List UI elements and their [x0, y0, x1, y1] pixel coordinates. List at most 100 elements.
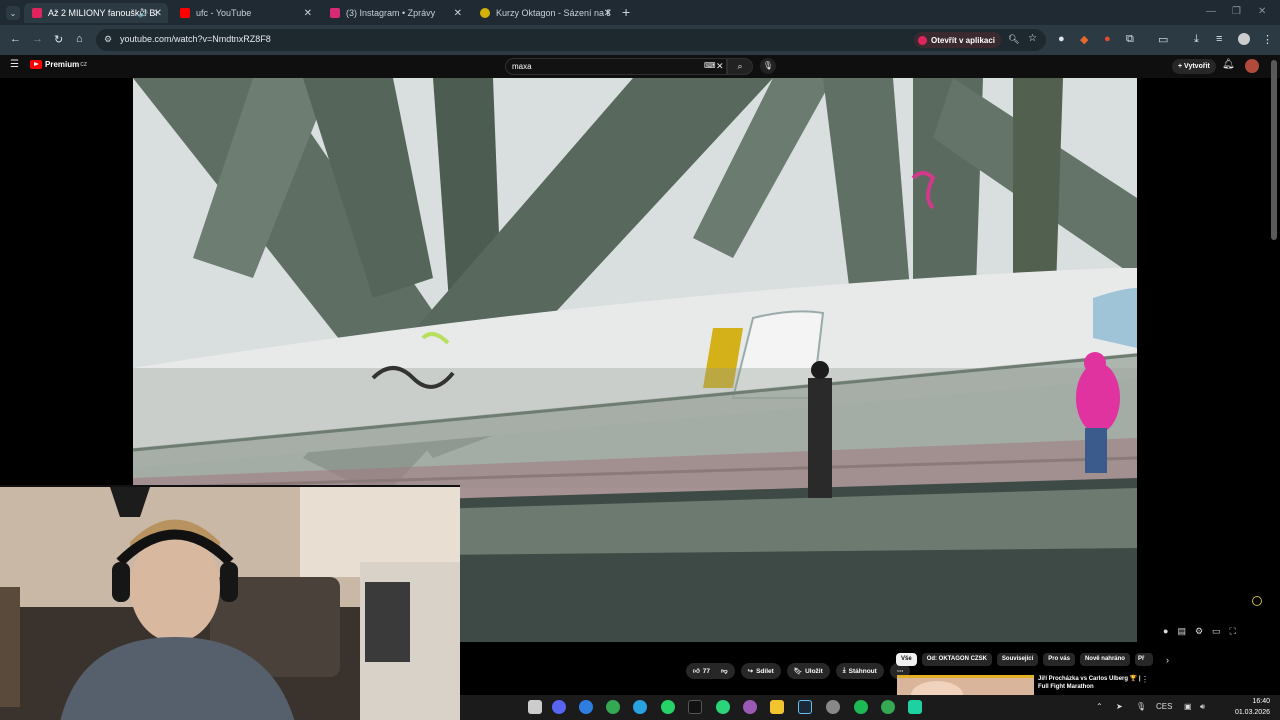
bookmark-star-icon[interactable]: ☆: [1028, 33, 1037, 44]
notifications-bell-icon[interactable]: 🔔︎: [1222, 59, 1235, 70]
youtube-logo[interactable]: Premium CZ: [30, 60, 87, 69]
search-button[interactable]: ⌕: [727, 58, 753, 75]
tab-title: ufc - YouTube: [196, 8, 252, 18]
tab-ufc[interactable]: ufc - YouTube ✕: [172, 3, 318, 23]
forward-icon[interactable]: →: [32, 33, 43, 45]
extension-icon[interactable]: ●: [1104, 33, 1111, 45]
spotify-icon[interactable]: [854, 700, 868, 714]
whatsapp-icon[interactable]: [661, 700, 675, 714]
profile-avatar[interactable]: [1238, 33, 1250, 45]
thumbs-down-icon[interactable]: 👎︎: [721, 667, 728, 675]
download-icon: ⤓: [842, 667, 846, 674]
thumbs-up-icon: 👍︎: [693, 668, 700, 675]
settings-gear-icon[interactable]: ⚙: [1195, 626, 1203, 637]
extension-icon[interactable]: ●: [1058, 33, 1065, 45]
maximize-icon[interactable]: ❐: [1232, 6, 1241, 17]
settings-icon[interactable]: [826, 700, 840, 714]
back-icon[interactable]: ←: [10, 33, 21, 45]
speaker-icon[interactable]: 🔊: [138, 9, 148, 18]
instagram-favicon-icon: [330, 8, 340, 18]
chip-channel[interactable]: Od: OKTAGON CZSK: [921, 653, 992, 666]
clear-search-icon[interactable]: ✕: [716, 61, 724, 72]
window-close-icon[interactable]: ✕: [1258, 6, 1266, 17]
voice-search-button[interactable]: 🎙︎: [760, 58, 776, 74]
volume-icon[interactable]: 🔊︎: [1200, 702, 1205, 712]
new-tab-button[interactable]: +: [622, 4, 630, 20]
user-avatar[interactable]: [1245, 59, 1259, 73]
fullscreen-icon[interactable]: ⛶: [1230, 626, 1236, 637]
recommendation-title[interactable]: Jiří Procházka vs Carlos Ulberg 🏆 | Full…: [1038, 675, 1142, 691]
subtitles-icon[interactable]: ▤: [1177, 626, 1186, 637]
autoplay-toggle-icon[interactable]: ●: [1163, 626, 1168, 637]
create-button[interactable]: + Vytvořit: [1172, 59, 1216, 74]
chrome-icon[interactable]: [881, 700, 895, 714]
task-view-icon[interactable]: [528, 700, 542, 714]
bookmark-icon: 🔖︎: [793, 668, 803, 675]
player-controls: ● ▤ ⚙ ▭ ⛶: [1163, 626, 1236, 637]
tab-search-button[interactable]: ⌄: [6, 6, 20, 20]
address-bar[interactable]: ⚙ youtube.com/watch?v=NmdtnxRZ8F8 Otevří…: [96, 29, 1046, 51]
chip-recent[interactable]: Nově nahráno: [1079, 653, 1130, 666]
save-button[interactable]: 🔖︎ Uložit: [786, 663, 830, 679]
webcam-image: [0, 487, 460, 720]
clock[interactable]: 16:40 01.03.2026: [1235, 696, 1270, 718]
keyboard-icon[interactable]: ⌨: [704, 61, 716, 70]
download-button[interactable]: ⤓ Stáhnout: [835, 663, 884, 679]
network-icon[interactable]: ▣: [1184, 702, 1192, 711]
telegram-icon[interactable]: [633, 700, 647, 714]
browser-toolbar: ← → ↻ ⌂ ⚙ youtube.com/watch?v=NmdtnxRZ8F…: [0, 25, 1280, 55]
tab-instagram[interactable]: (3) Instagram • Zprávy ✕: [322, 3, 468, 23]
browser-tab-strip: ⌄ Až 2 MILIONY fanoušků! Bi 🔊 ✕ ufc - Yo…: [0, 0, 1280, 25]
tray-app-icon[interactable]: ➤: [1116, 702, 1123, 711]
file-explorer-icon[interactable]: [770, 700, 784, 714]
open-in-app-button[interactable]: Otevřít v aplikaci: [914, 32, 1002, 48]
close-icon[interactable]: ✕: [604, 8, 612, 19]
reload-icon[interactable]: ↻: [54, 33, 63, 46]
home-icon[interactable]: ⌂: [76, 33, 83, 45]
close-icon[interactable]: ✕: [154, 8, 162, 19]
tab-kurzy[interactable]: Kurzy Oktagon - Sázení na Boje ✕: [472, 3, 618, 23]
microphone-icon[interactable]: 🎙︎: [1136, 702, 1146, 711]
share-icon: ↪: [747, 668, 754, 675]
app-icon[interactable]: [908, 700, 922, 714]
close-icon[interactable]: ✕: [454, 8, 462, 19]
chevron-right-icon[interactable]: ›: [1166, 655, 1169, 665]
extension-icon[interactable]: ◆: [1080, 33, 1088, 46]
media-control-icon[interactable]: ≡: [1216, 33, 1222, 45]
app-icon[interactable]: [716, 700, 730, 714]
minimize-icon[interactable]: —: [1206, 6, 1216, 17]
chip-for-you[interactable]: Pro vás: [1043, 653, 1075, 666]
extensions-puzzle-icon[interactable]: ⧉: [1126, 33, 1134, 46]
steam-icon[interactable]: [798, 700, 812, 714]
discord-icon[interactable]: [552, 700, 566, 714]
menu-kebab-icon[interactable]: ⋮: [1262, 33, 1273, 46]
more-icon: ⋯: [896, 668, 904, 675]
theater-mode-icon[interactable]: ▭: [1212, 626, 1221, 637]
tab-video[interactable]: Až 2 MILIONY fanoušků! Bi 🔊 ✕: [24, 3, 168, 23]
share-button[interactable]: ↪ Sdílet: [740, 663, 781, 679]
download-icon[interactable]: ⤓: [1194, 33, 1199, 46]
more-options-icon[interactable]: ⋮: [1141, 675, 1149, 684]
app-icon[interactable]: [579, 700, 593, 714]
site-info-icon[interactable]: ⚙: [104, 34, 112, 45]
page-scrollbar[interactable]: [1271, 60, 1277, 240]
close-icon[interactable]: ✕: [304, 8, 312, 19]
language-indicator[interactable]: CES: [1156, 702, 1172, 711]
recommendation-thumbnail[interactable]: [897, 675, 1034, 695]
chip-all[interactable]: Vše: [896, 653, 917, 666]
app-icon[interactable]: [688, 700, 702, 714]
app-icon[interactable]: [743, 700, 757, 714]
search-query: maxa: [512, 62, 532, 71]
tray-chevron-icon[interactable]: ⌃: [1096, 702, 1103, 711]
extension-overlay-icon[interactable]: [1252, 596, 1262, 606]
related-chips: Vše Od: OKTAGON CZSK Související Pro vás…: [896, 653, 1169, 666]
hamburger-menu-icon[interactable]: ☰: [10, 59, 19, 70]
like-button[interactable]: 👍︎ 77 👎︎: [686, 663, 735, 679]
chip-more[interactable]: Př: [1134, 653, 1153, 666]
search-input[interactable]: maxa ⌨ ✕: [505, 58, 727, 75]
youtube-favicon-icon: [32, 8, 42, 18]
chip-related[interactable]: Související: [996, 653, 1039, 666]
zoom-icon[interactable]: 🔍︎: [1008, 34, 1019, 45]
chrome-icon[interactable]: [606, 700, 620, 714]
side-panel-icon[interactable]: ▭: [1158, 33, 1168, 46]
